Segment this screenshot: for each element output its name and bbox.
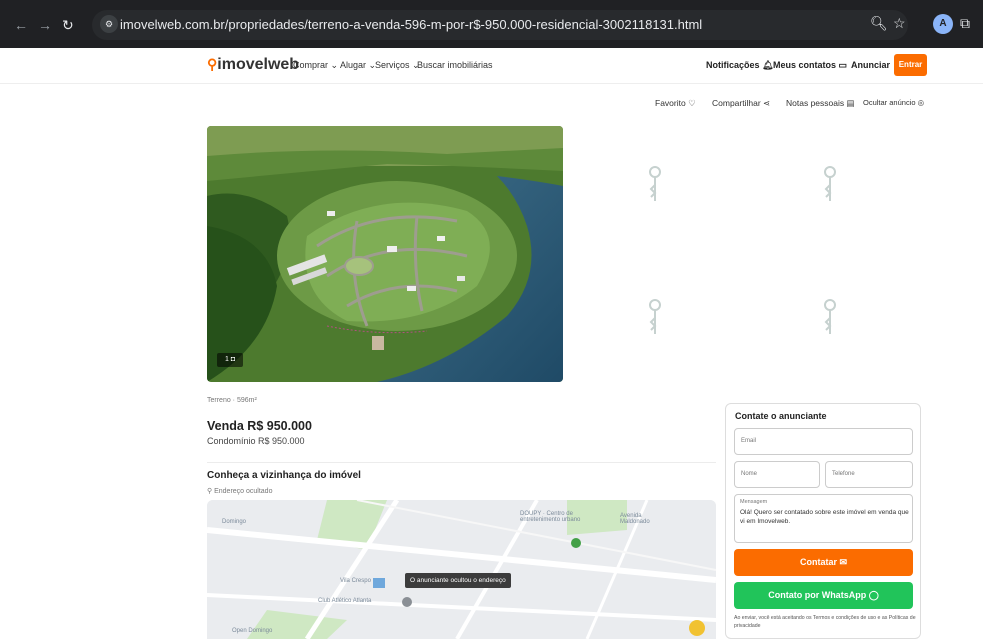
map-label: Avenida Maldonado: [620, 513, 650, 525]
bell-icon: 🔔︎: [762, 60, 774, 70]
heart-icon: ♡: [688, 98, 696, 108]
chat-icon: ▭: [838, 60, 848, 70]
reload-icon[interactable]: ↻: [62, 17, 74, 34]
profile-avatar[interactable]: A: [933, 14, 953, 34]
map-label: DOUPY · Centro de entretenimento urbano: [520, 511, 581, 523]
message-label: Mensagem: [740, 499, 768, 505]
map-label: Vila Crespo: [340, 578, 371, 584]
map-label: Domingo: [222, 519, 247, 525]
image-placeholder-icon: [649, 299, 661, 334]
image-placeholder-icon: [824, 166, 836, 201]
sale-price: Venda R$ 950.000: [207, 419, 312, 433]
menu-comprar[interactable]: Comprar ⌄: [293, 60, 338, 71]
camera-icon: ◘: [230, 356, 236, 363]
envelope-icon: ✉: [839, 557, 848, 567]
site-logo[interactable]: ⚲imovelweb: [207, 56, 299, 74]
property-type-area: Terreno · 596m²: [207, 397, 257, 404]
image-placeholder-icon: [649, 166, 661, 201]
browser-toolbar: ← → ↻ ⚙ imovelweb.com.br/propriedades/te…: [0, 0, 983, 48]
location-pin-icon: ⚲: [207, 488, 213, 495]
listing-main-photo[interactable]: [207, 126, 563, 382]
whatsapp-icon: ◯: [868, 590, 879, 600]
address-hidden: ⚲ Endereço ocultado: [207, 488, 273, 495]
image-placeholder-icon: [824, 299, 836, 334]
extensions-icon[interactable]: ⧉: [960, 15, 970, 32]
site-info-icon[interactable]: ⚙: [100, 15, 118, 33]
hide-listing-button[interactable]: Ocultar anúncio ◎: [863, 98, 924, 107]
my-contacts-link[interactable]: Meus contatos ▭: [773, 60, 847, 71]
back-icon[interactable]: ←: [14, 17, 28, 33]
login-button[interactable]: Entrar: [894, 54, 927, 76]
notes-button[interactable]: Notas pessoais ▤: [786, 98, 855, 109]
eye-off-icon: ◎: [917, 98, 925, 107]
url-text[interactable]: imovelweb.com.br/propriedades/terreno-a-…: [120, 17, 702, 32]
divider: [207, 462, 716, 463]
zoom-icon[interactable]: 🔍︎: [870, 15, 888, 32]
message-text[interactable]: Olá! Quero ser contatado sobre este imóv…: [740, 509, 910, 527]
map-label: Club Atlético Atlanta: [318, 598, 372, 604]
notes-icon: ▤: [846, 98, 855, 108]
notifications-link[interactable]: Notificações 🔔︎: [706, 60, 773, 71]
bookmark-star-icon[interactable]: ☆: [893, 15, 906, 32]
menu-alugar[interactable]: Alugar ⌄: [340, 60, 376, 71]
name-field[interactable]: Nome: [734, 461, 820, 488]
forward-icon[interactable]: →: [38, 17, 52, 33]
map-label: Open Domingo: [232, 628, 273, 634]
photo-count-badge[interactable]: 1 ◘: [217, 353, 243, 367]
whatsapp-button[interactable]: Contato por WhatsApp ◯: [734, 582, 913, 609]
email-field[interactable]: Email: [734, 428, 913, 455]
condominium-fee: Condomínio R$ 950.000: [207, 436, 305, 446]
favorite-button[interactable]: Favorito ♡: [655, 98, 696, 109]
logo-pin-icon: ⚲: [207, 56, 218, 72]
menu-buscar-imobiliarias[interactable]: Buscar imobiliárias: [417, 60, 493, 70]
contact-title: Contate o anunciante: [735, 411, 827, 421]
neighborhood-title: Conheça a vizinhança do imóvel: [207, 470, 361, 481]
legal-notice: Ao enviar, você está aceitando os Termos…: [734, 615, 916, 629]
address-hidden-tooltip: O anunciante ocultou o endereço: [405, 573, 511, 588]
contact-button[interactable]: Contatar ✉: [734, 549, 913, 576]
menu-servicos[interactable]: Serviços ⌄: [375, 60, 420, 71]
share-button[interactable]: Compartilhar ⋖: [712, 98, 770, 109]
advertise-link[interactable]: Anunciar: [851, 60, 890, 70]
phone-field[interactable]: Telefone: [825, 461, 913, 488]
share-icon: ⋖: [763, 98, 771, 108]
